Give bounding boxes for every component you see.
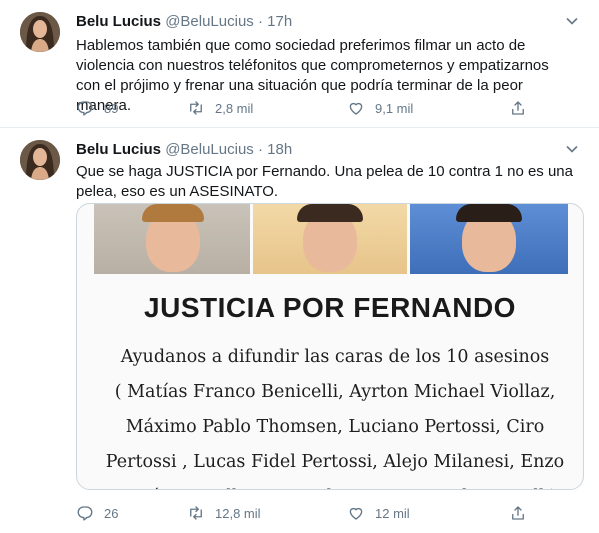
display-name[interactable]: Belu Lucius: [76, 13, 161, 30]
share-icon: [512, 506, 524, 520]
poster-line: Máximo Pablo Thomsen, Luciano Pertossi, …: [125, 417, 545, 437]
like-count: 12 mil: [375, 505, 410, 521]
poster-line: Tomás Comelli, Juan Pedro Guarino y Blas…: [99, 480, 571, 489]
tweet-header: Belu Lucius @BeluLucius · 18h: [76, 141, 292, 159]
photo: [410, 204, 568, 274]
separator: ·: [257, 141, 263, 158]
display-name[interactable]: Belu Lucius: [76, 141, 161, 158]
reply-icon: [77, 101, 93, 116]
photo: [94, 204, 250, 274]
poster-body: Ayudanos a difundir las caras de los 10 …: [99, 340, 571, 489]
tweet-actions: 26 12,8 mil 12 mil: [76, 503, 526, 523]
poster-line: ( Matías Franco Benicelli, Ayrton Michae…: [114, 382, 556, 402]
tweet-actions: 89 2,8 mil 9,1 mil: [76, 98, 526, 118]
retweet-count: 2,8 mil: [215, 100, 254, 116]
retweet-button[interactable]: 12,8 mil: [187, 503, 261, 523]
retweet-count: 12,8 mil: [215, 505, 261, 521]
poster-line: Pertossi , Lucas Fidel Pertossi, Alejo M…: [105, 452, 565, 472]
avatar[interactable]: [20, 12, 60, 52]
retweet-icon: [190, 506, 202, 520]
reply-count: 89: [104, 100, 119, 116]
poster-title: JUSTICIA POR FERNANDO: [144, 292, 516, 323]
separator: ·: [257, 13, 263, 30]
reply-icon: [77, 506, 93, 521]
retweet-button[interactable]: 2,8 mil: [187, 98, 253, 118]
timestamp[interactable]: 17h: [267, 13, 292, 30]
retweet-icon: [190, 101, 202, 115]
photo: [253, 204, 407, 274]
reply-button[interactable]: 89: [76, 98, 118, 118]
chevron-down-icon[interactable]: [565, 14, 579, 28]
hair-graphic: [142, 204, 204, 222]
tweet-text: Que se haga JUSTICIA por Fernando. Una p…: [76, 163, 573, 200]
reply-count: 26: [104, 505, 119, 521]
like-button[interactable]: 9,1 mil: [347, 98, 413, 118]
username[interactable]: @BeluLucius: [165, 13, 254, 30]
tweet[interactable]: Belu Lucius @BeluLucius · 17h Hablemos t…: [0, 0, 599, 128]
timestamp[interactable]: 18h: [267, 141, 292, 158]
share-button[interactable]: [509, 503, 527, 523]
share-icon: [512, 101, 524, 115]
tweet-header: Belu Lucius @BeluLucius · 17h: [76, 13, 292, 31]
poster-line: Ayudanos a difundir las caras de los 10 …: [120, 347, 550, 367]
chevron-down-icon[interactable]: [565, 142, 579, 156]
like-button[interactable]: 12 mil: [347, 503, 410, 523]
heart-icon: [349, 507, 363, 520]
heart-icon: [349, 102, 363, 115]
username[interactable]: @BeluLucius: [165, 141, 254, 158]
share-button[interactable]: [509, 98, 527, 118]
tweet[interactable]: Belu Lucius @BeluLucius · 18h Que se hag…: [0, 128, 599, 533]
like-count: 9,1 mil: [375, 100, 414, 116]
hair-graphic: [297, 204, 363, 222]
reply-button[interactable]: 26: [76, 503, 118, 523]
avatar[interactable]: [20, 140, 60, 180]
hair-graphic: [456, 204, 522, 222]
tweet-image[interactable]: JUSTICIA POR FERNANDO Ayudanos a difundi…: [76, 203, 584, 490]
